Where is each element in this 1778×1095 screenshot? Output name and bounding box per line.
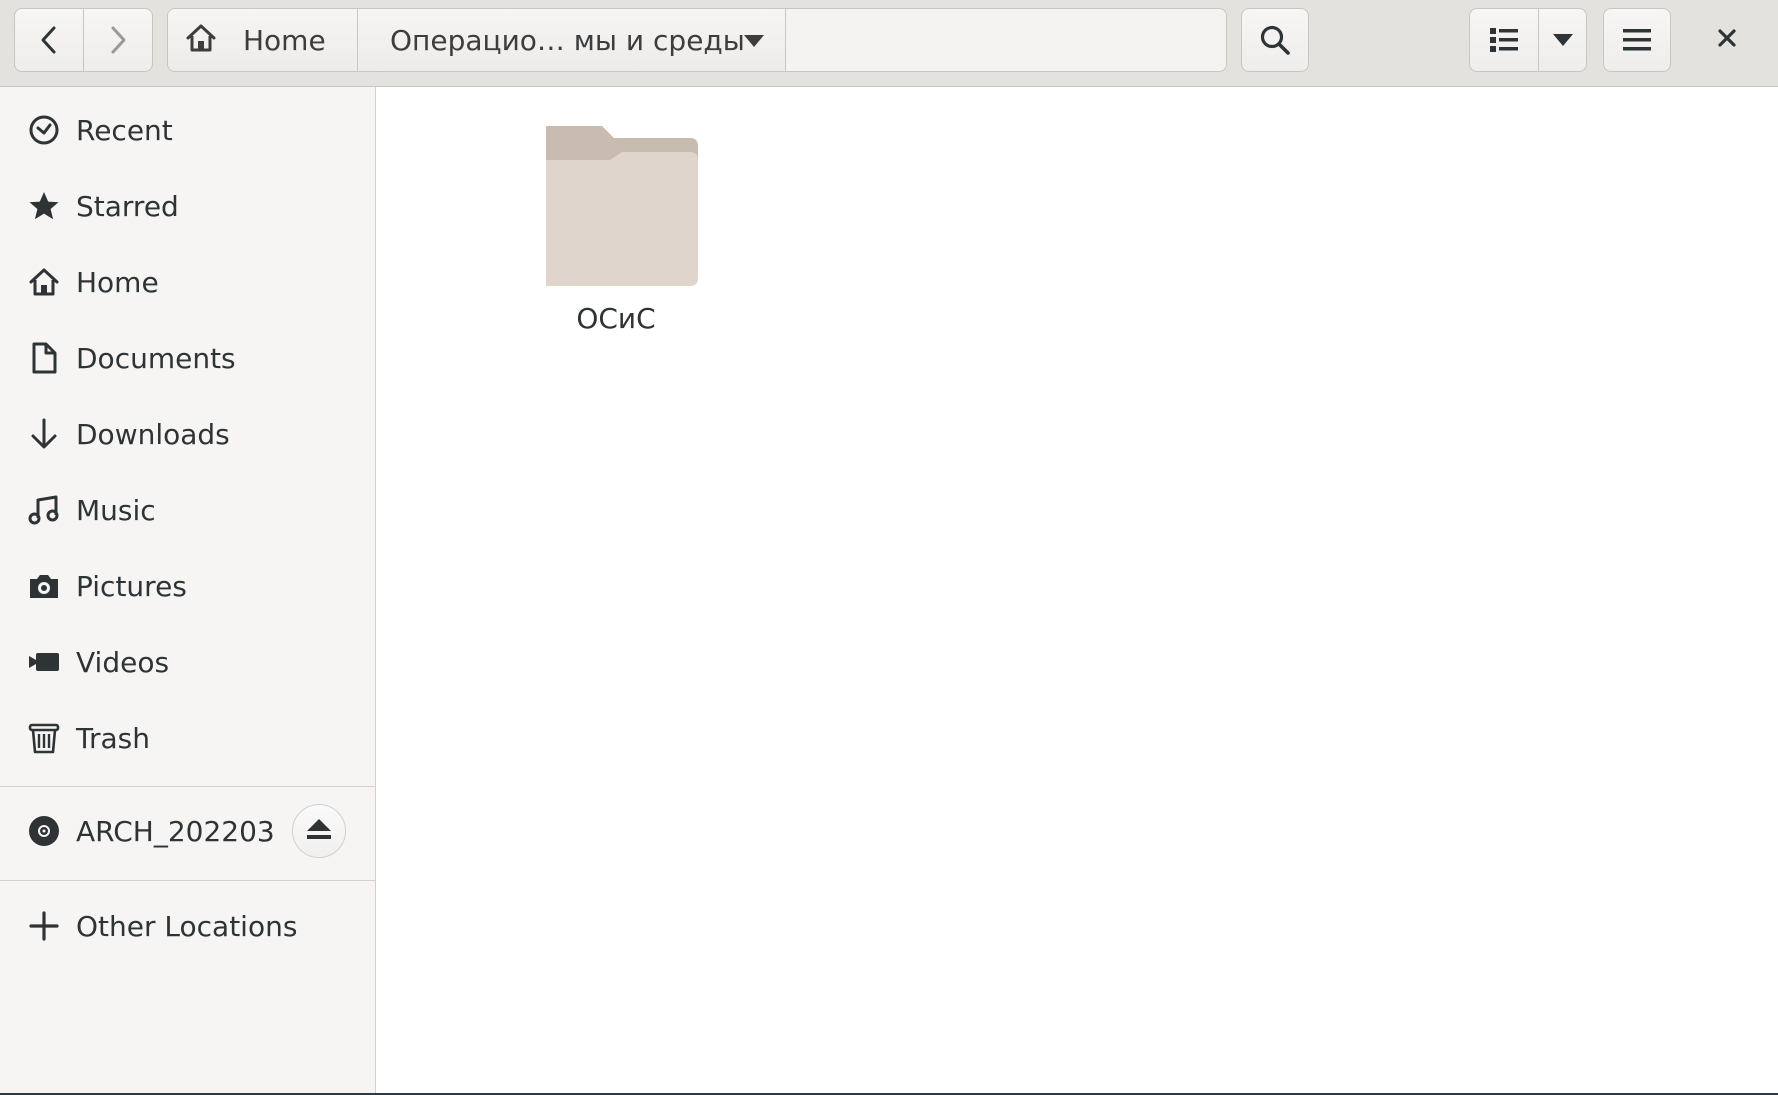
- file-view[interactable]: ОСиС: [376, 88, 1778, 1095]
- eject-icon: [305, 817, 333, 845]
- sidebar-item-other-locations[interactable]: Other Locations: [0, 888, 375, 964]
- path-bar: Home Операцио… мы и среды: [167, 8, 1227, 72]
- folder-label: ОСиС: [576, 302, 656, 335]
- go-previous-icon: [38, 25, 60, 55]
- close-window-button[interactable]: [1698, 12, 1756, 68]
- navigation-buttons: [14, 8, 153, 72]
- sidebar-item-pictures[interactable]: Pictures: [0, 548, 375, 624]
- sidebar-item-label: ARCH_202203: [76, 814, 275, 848]
- sidebar-item-label: Recent: [76, 113, 173, 147]
- sidebar-item-documents[interactable]: Documents: [0, 320, 375, 396]
- breadcrumb-current-label: Операцио… мы и среды: [390, 23, 745, 57]
- video-camera-icon: [27, 645, 61, 679]
- sidebar-item-music[interactable]: Music: [0, 472, 375, 548]
- go-next-icon: [107, 25, 129, 55]
- sidebar-item-label: Trash: [76, 721, 150, 755]
- search-icon: [1259, 24, 1291, 56]
- sidebar-item-label: Downloads: [76, 417, 230, 451]
- search-button[interactable]: [1241, 8, 1309, 72]
- main-menu-button[interactable]: [1603, 8, 1671, 72]
- file-manager-window: Home Операцио… мы и среды Recent Starred…: [0, 0, 1778, 1095]
- home-icon: [185, 23, 217, 57]
- music-note-icon: [27, 493, 61, 527]
- list-view-button[interactable]: [1469, 8, 1539, 72]
- view-options-dropdown[interactable]: [1538, 8, 1587, 72]
- sidebar-item-videos[interactable]: Videos: [0, 624, 375, 700]
- forward-button[interactable]: [83, 8, 153, 72]
- sidebar-item-label: Home: [76, 265, 159, 299]
- sidebar-separator: [0, 786, 375, 787]
- close-icon: [1717, 28, 1737, 52]
- breadcrumb-home-label: Home: [243, 23, 326, 57]
- trash-icon: [27, 721, 61, 755]
- sidebar-separator: [0, 880, 375, 881]
- sidebar-item-downloads[interactable]: Downloads: [0, 396, 375, 472]
- sidebar-item-recent[interactable]: Recent: [0, 92, 375, 168]
- sidebar-item-device-arch[interactable]: ARCH_202203: [0, 793, 375, 869]
- header-bar: Home Операцио… мы и среды: [0, 0, 1778, 87]
- view-list-icon: [1489, 25, 1519, 55]
- back-button[interactable]: [14, 8, 84, 72]
- sidebar-item-label: Other Locations: [76, 909, 298, 943]
- pan-down-icon: [743, 33, 765, 52]
- breadcrumb-current[interactable]: Операцио… мы и среды: [358, 9, 786, 71]
- recent-clock-icon: [27, 113, 61, 147]
- sidebar-item-label: Pictures: [76, 569, 187, 603]
- camera-icon: [27, 569, 61, 603]
- sidebar-item-label: Music: [76, 493, 156, 527]
- home-icon: [27, 265, 61, 299]
- pan-down-icon: [1552, 33, 1574, 47]
- star-icon: [27, 189, 61, 223]
- sidebar-item-label: Starred: [76, 189, 179, 223]
- sidebar-item-label: Videos: [76, 645, 170, 679]
- sidebar-item-starred[interactable]: Starred: [0, 168, 375, 244]
- optical-disc-icon: [27, 814, 61, 848]
- sidebar: Recent Starred Home Documents Downloads …: [0, 87, 376, 1095]
- view-buttons: [1469, 8, 1587, 72]
- hamburger-menu-icon: [1622, 27, 1652, 53]
- breadcrumb-home[interactable]: Home: [168, 9, 358, 71]
- path-bar-empty-area: [786, 9, 1226, 71]
- folder-item[interactable]: ОСиС: [526, 126, 706, 386]
- sidebar-item-trash[interactable]: Trash: [0, 700, 375, 776]
- eject-button[interactable]: [292, 804, 346, 858]
- folder-icon: [542, 126, 702, 290]
- document-icon: [27, 341, 61, 375]
- download-arrow-icon: [27, 417, 61, 451]
- sidebar-item-label: Documents: [76, 341, 236, 375]
- plus-icon: [27, 909, 61, 943]
- sidebar-item-home[interactable]: Home: [0, 244, 375, 320]
